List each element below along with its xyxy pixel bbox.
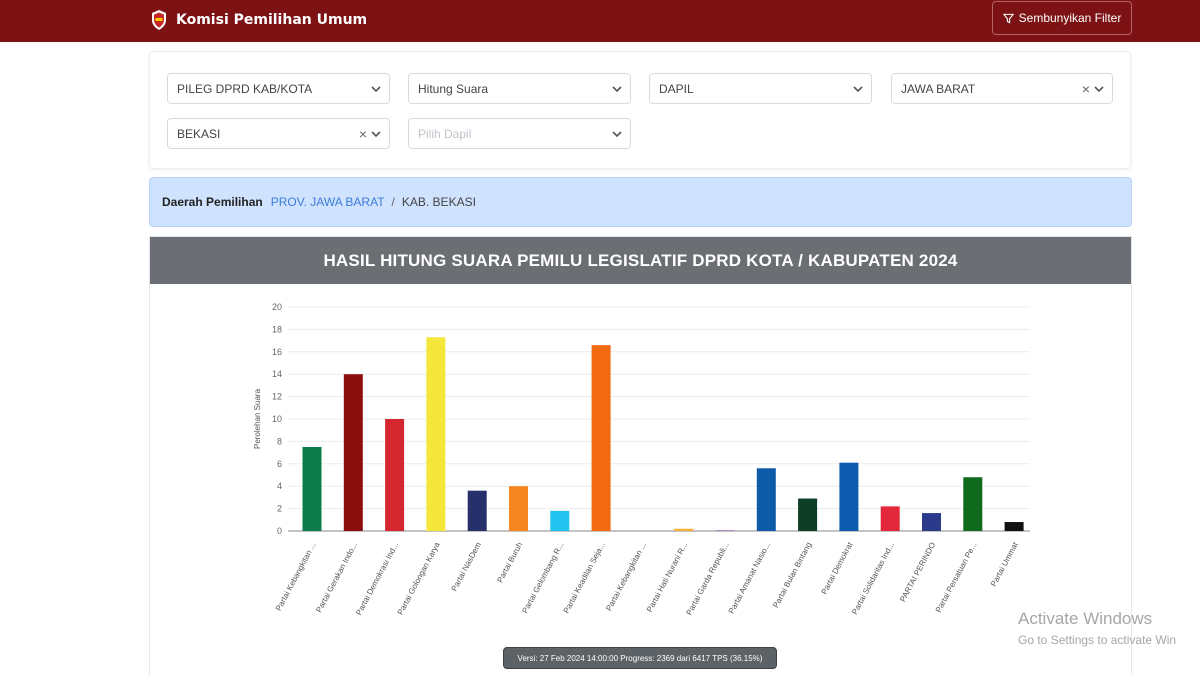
funnel-icon <box>1002 13 1014 24</box>
y-tick-label: 14 <box>272 369 282 379</box>
election-type-select[interactable]: PILEG DPRD KAB/KOTA <box>167 73 390 104</box>
toggle-filter-button[interactable]: Sembunyikan Filter <box>992 1 1132 35</box>
x-tick-label: Partai Demokrasi Ind... <box>354 541 400 617</box>
regency-select[interactable]: BEKASI × <box>167 118 390 149</box>
y-tick-label: 4 <box>277 481 282 491</box>
chevron-down-icon <box>371 86 381 93</box>
province-select[interactable]: JAWA BARAT × <box>891 73 1113 104</box>
breadcrumb-separator: / <box>391 195 395 209</box>
status-tooltip: Versi: 27 Feb 2024 14:00:00 Progress: 23… <box>503 647 777 669</box>
brand[interactable]: Komisi Pemilihan Umum <box>150 6 367 34</box>
bar-16 <box>922 513 941 531</box>
y-tick-label: 10 <box>272 414 282 424</box>
y-tick-label: 18 <box>272 324 282 334</box>
x-tick-label: Partai Gerakan Indo... <box>314 541 359 614</box>
election-type-value: PILEG DPRD KAB/KOTA <box>177 81 313 96</box>
kpu-logo-icon <box>152 10 166 30</box>
regency-value: BEKASI <box>177 126 221 141</box>
bar-13 <box>798 498 818 531</box>
y-tick-label: 2 <box>277 504 282 514</box>
x-tick-label: Partai Ummat <box>989 540 1020 588</box>
y-tick-label: 6 <box>277 459 282 469</box>
breadcrumb-label: Daerah Pemilihan <box>162 195 263 209</box>
clear-regency-icon[interactable]: × <box>359 126 367 142</box>
bar-17 <box>963 477 983 531</box>
watermark-line-2: Go to Settings to activate Win <box>1018 633 1177 647</box>
windows-activation-watermark: Activate Windows Go to Settings to activ… <box>1018 609 1176 647</box>
count-type-select[interactable]: Hitung Suara <box>408 73 631 104</box>
x-tick-label: Partai Gelombang R... <box>520 541 565 615</box>
chevron-down-icon <box>853 86 863 93</box>
y-axis-title: Perolehan Suara <box>253 388 262 449</box>
bar-15 <box>880 506 900 531</box>
x-tick-label: Partai Buruh <box>495 541 524 584</box>
x-tick-label: Partai Kebangkitan ... <box>604 541 648 613</box>
x-tick-label: Partai Garda Republi... <box>685 541 731 617</box>
chart-title: HASIL HITUNG SUARA PEMILU LEGISLATIF DPR… <box>150 237 1131 284</box>
bar-4 <box>426 337 446 531</box>
bar-18 <box>1004 522 1024 531</box>
x-tick-label: Partai Demokrat <box>820 540 855 596</box>
area-level-value: DAPIL <box>659 81 694 96</box>
x-tick-label: Partai Solidaritas Ind... <box>850 541 896 616</box>
app-title: Komisi Pemilihan Umum <box>176 12 368 28</box>
bar-11 <box>715 530 735 531</box>
bar-7 <box>550 510 570 531</box>
y-tick-label: 16 <box>272 347 282 357</box>
x-tick-label: Partai NasDem <box>450 540 484 592</box>
vote-bar-chart: 0 2 4 6 8 10 12 14 16 18 20 Perolehan Suara Partai K… <box>253 302 1030 617</box>
filter-panel: PILEG DPRD KAB/KOTA Hitung Suara DAPIL J… <box>149 51 1131 169</box>
x-tick-label: PARTAI PERINDO <box>898 541 937 604</box>
x-tick-label: Partai Kebangkitan ... <box>274 541 318 613</box>
chevron-down-icon <box>612 86 622 93</box>
y-tick-label: 8 <box>277 436 282 446</box>
bar-3 <box>385 419 405 531</box>
y-tick-label: 20 <box>272 302 282 312</box>
bar-2 <box>343 374 363 531</box>
bar-1 <box>302 447 322 531</box>
province-value: JAWA BARAT <box>901 81 976 96</box>
area-level-select[interactable]: DAPIL <box>649 73 872 104</box>
chevron-down-icon <box>1094 86 1104 93</box>
chevron-down-icon <box>371 131 381 138</box>
y-tick-label: 0 <box>277 526 282 536</box>
chart-card: HASIL HITUNG SUARA PEMILU LEGISLATIF DPR… <box>149 236 1132 675</box>
breadcrumb: Daerah Pemilihan PROV. JAWA BARAT / KAB.… <box>149 177 1132 227</box>
x-tick-label: Partai Hati Nurani R... <box>645 541 689 614</box>
x-tick-label: Partai Persatuan Pe... <box>934 541 979 614</box>
chevron-down-icon <box>612 131 622 138</box>
bar-8 <box>591 345 611 531</box>
x-tick-label: Partai Golongan Karya <box>396 540 442 616</box>
toggle-filter-label: Sembunyikan Filter <box>1018 11 1122 25</box>
breadcrumb-province-link[interactable]: PROV. JAWA BARAT <box>271 195 385 209</box>
dapil-select[interactable]: Pilih Dapil <box>408 118 631 149</box>
bar-14 <box>839 462 859 531</box>
bar-5 <box>467 490 487 531</box>
top-navbar: Komisi Pemilihan Umum Sembunyikan Filter <box>0 0 1200 42</box>
count-type-value: Hitung Suara <box>418 81 489 96</box>
breadcrumb-current: KAB. BEKASI <box>401 195 476 209</box>
bar-10 <box>674 528 694 531</box>
dapil-placeholder: Pilih Dapil <box>418 126 472 141</box>
y-tick-label: 12 <box>272 392 282 402</box>
watermark-line-1: Activate Windows <box>1018 609 1153 628</box>
x-tick-label: Partai Keadilan Seja... <box>562 541 607 615</box>
x-tick-label: Partai Bulan Bintang <box>771 541 813 610</box>
bar-12 <box>756 468 776 531</box>
clear-province-icon[interactable]: × <box>1082 81 1090 97</box>
x-tick-label: Partai Amanat Nasio... <box>727 541 772 616</box>
bar-6 <box>509 486 528 531</box>
